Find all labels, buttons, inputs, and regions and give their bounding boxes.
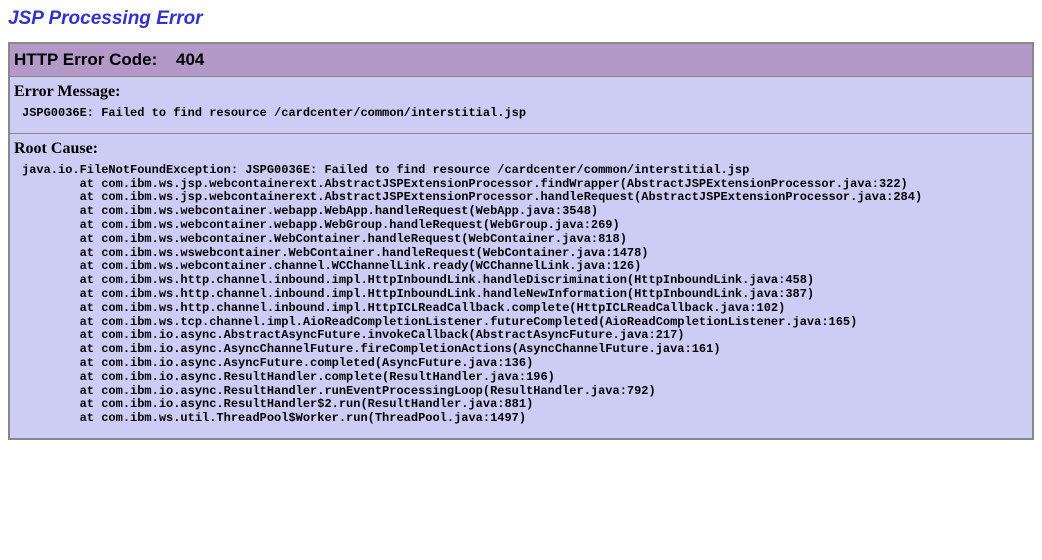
- page-title: JSP Processing Error: [8, 8, 1034, 30]
- error-header-cell: HTTP Error Code: 404: [9, 43, 1033, 77]
- error-message-heading: Error Message:: [14, 83, 1028, 101]
- http-error-code: 404: [176, 50, 204, 69]
- error-table: HTTP Error Code: 404 Error Message: JSPG…: [8, 42, 1034, 440]
- error-message-text: JSPG0036E: Failed to find resource /card…: [22, 107, 1028, 121]
- http-error-label: HTTP Error Code:: [14, 50, 157, 69]
- error-message-cell: Error Message: JSPG0036E: Failed to find…: [9, 77, 1033, 134]
- root-cause-heading: Root Cause:: [14, 140, 1028, 158]
- root-cause-text: java.io.FileNotFoundException: JSPG0036E…: [22, 164, 1028, 426]
- root-cause-cell: Root Cause: java.io.FileNotFoundExceptio…: [9, 133, 1033, 439]
- http-error-heading: HTTP Error Code: 404: [14, 50, 1028, 70]
